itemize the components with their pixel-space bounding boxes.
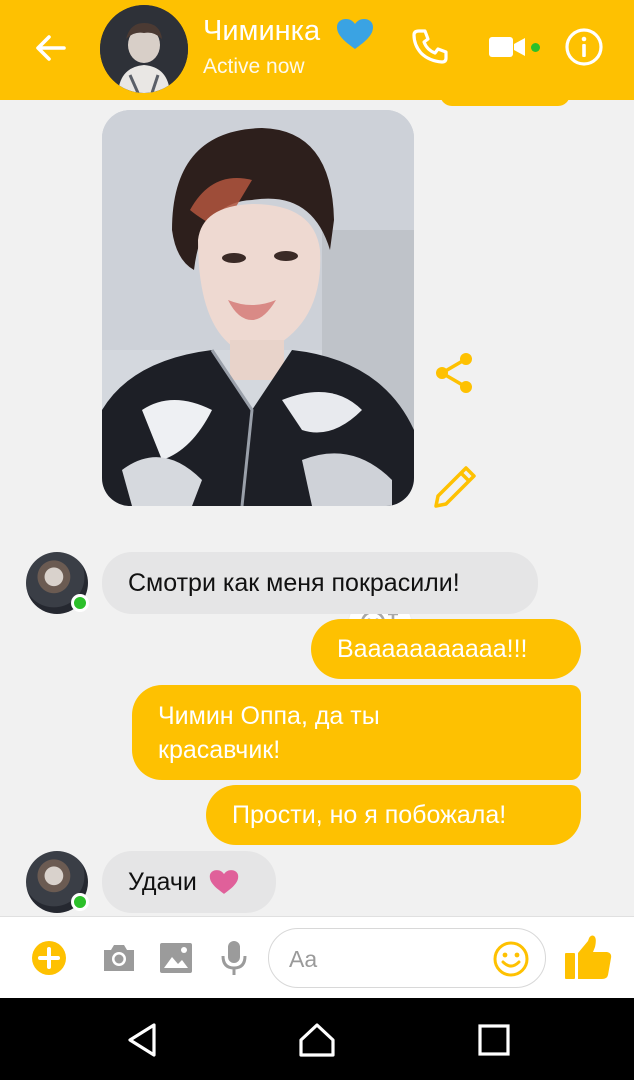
contact-name[interactable]: Чиминка [203, 15, 320, 48]
message-text: Чимин Оппа, да ты красавчик! [158, 701, 380, 764]
chat-header: Чиминка Active now [0, 0, 634, 100]
message-text: Удачи [128, 868, 197, 896]
message-text: Прости, но я побожала! [232, 801, 507, 829]
message-bubble-outgoing[interactable]: Вааааааааааа!!! [311, 619, 581, 679]
online-indicator [71, 893, 89, 911]
microphone-icon[interactable] [215, 939, 253, 977]
status-text: Active now [203, 55, 305, 78]
message-list[interactable]: Смотри как меня покрасили! Вааааааааааа!… [0, 100, 634, 916]
add-circle-icon[interactable] [30, 939, 68, 977]
thumbs-up-icon[interactable] [562, 931, 614, 983]
contact-avatar[interactable] [100, 5, 188, 93]
message-input-box[interactable] [268, 928, 546, 988]
nav-home-icon[interactable] [297, 1020, 337, 1060]
message-bubble-outgoing[interactable]: Прости, но я побожала! [206, 785, 581, 845]
info-icon[interactable] [564, 27, 604, 67]
emoji-icon[interactable] [492, 940, 530, 978]
edit-pencil-icon[interactable] [430, 462, 480, 512]
online-indicator [71, 594, 89, 612]
camera-icon[interactable] [100, 939, 138, 977]
message-text: Смотри как меня покрасили! [128, 569, 460, 597]
image-gallery-icon[interactable] [157, 939, 195, 977]
arrow-left-icon[interactable] [30, 28, 70, 68]
message-bubble-outgoing[interactable]: Чимин Оппа, да ты красавчик! [132, 685, 581, 780]
video-camera-icon[interactable] [487, 27, 527, 67]
message-bubble-incoming[interactable]: Смотри как меня покрасили! [102, 552, 538, 614]
share-icon[interactable] [432, 350, 478, 396]
pink-heart-icon [209, 870, 239, 894]
nav-recent-apps-icon[interactable] [474, 1020, 514, 1060]
video-online-dot [531, 43, 540, 52]
phone-icon[interactable] [410, 27, 450, 67]
previous-message-bubble [440, 100, 570, 106]
shared-photo[interactable] [102, 110, 414, 506]
blue-heart-icon [337, 19, 373, 49]
message-text: Вааааааааааа!!! [337, 635, 528, 663]
message-composer [0, 916, 634, 998]
message-input[interactable] [289, 941, 479, 977]
system-navigation-bar [0, 998, 634, 1080]
nav-back-icon[interactable] [122, 1020, 162, 1060]
message-bubble-incoming[interactable]: Удачи [102, 851, 276, 913]
